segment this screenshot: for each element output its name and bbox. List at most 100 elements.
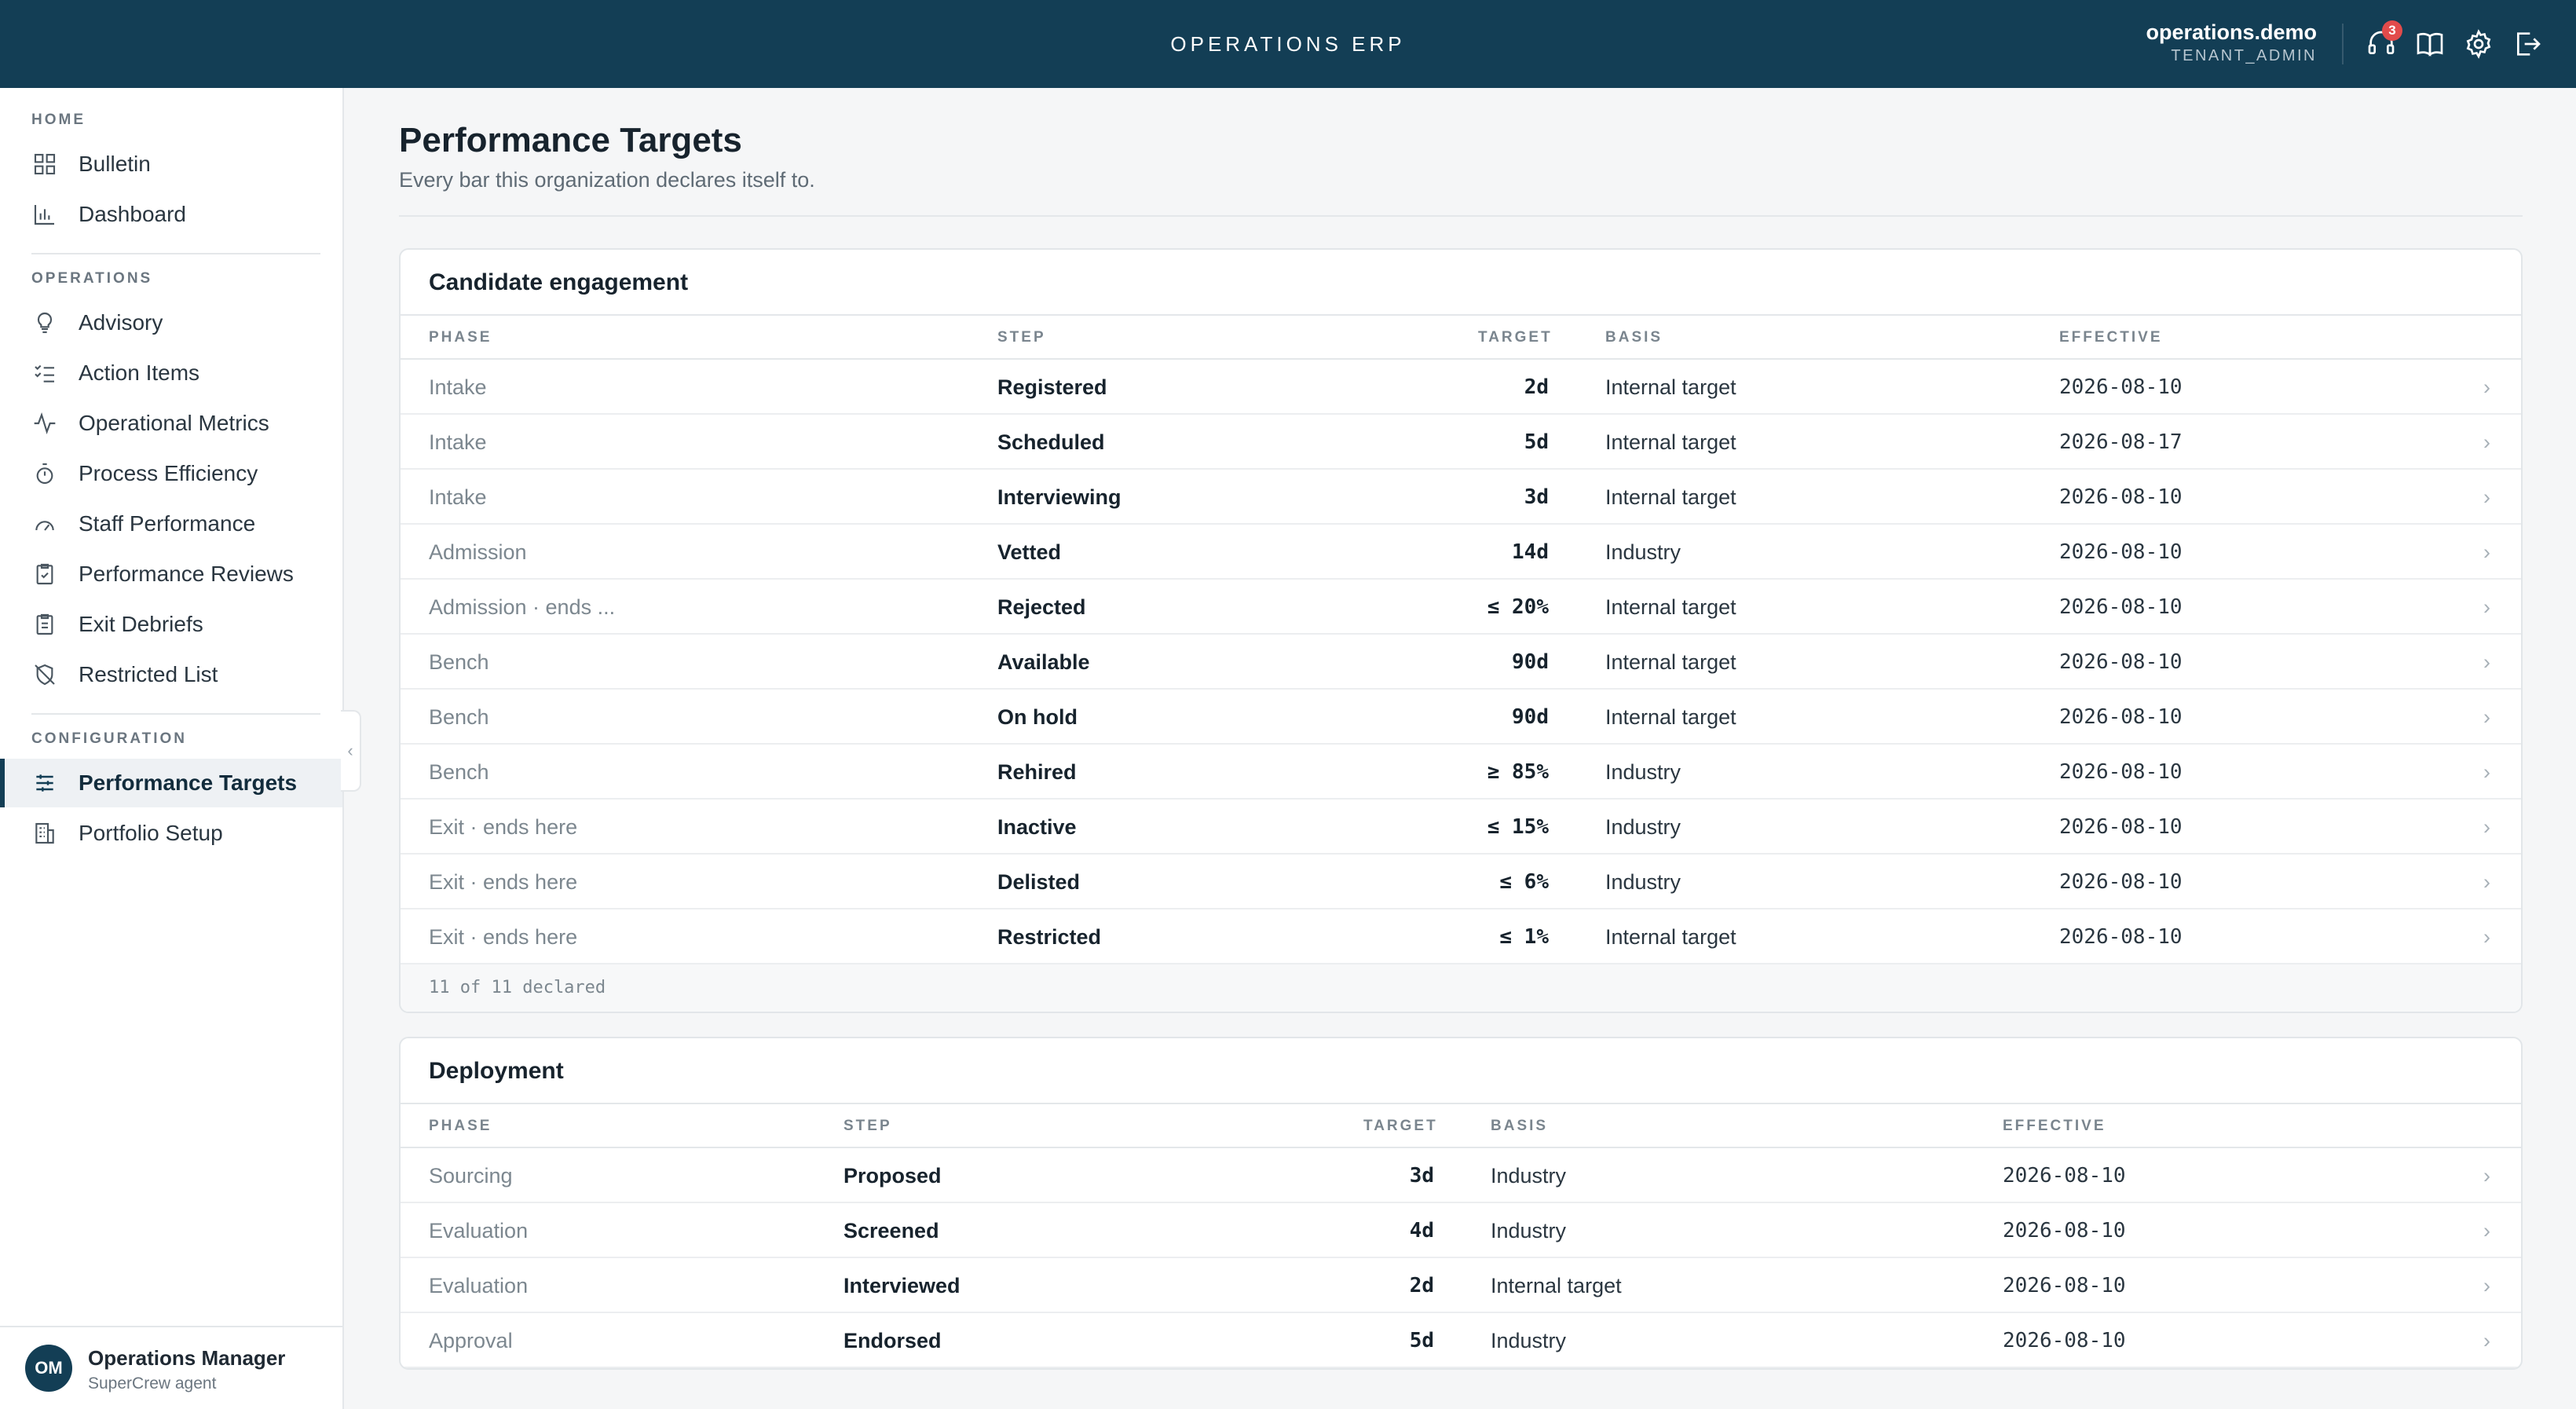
- table-row[interactable]: Approval Endorsed 5d Industry 2026-08-10 ›: [401, 1313, 2521, 1368]
- sliders-icon: [31, 770, 58, 796]
- candidate-engagement-card: Candidate engagement PHASE STEP TARGET B…: [399, 248, 2523, 1013]
- chevron-right-icon: ›: [2483, 430, 2490, 454]
- cell-basis: Internal target: [1605, 595, 1736, 619]
- book-icon[interactable]: [2414, 28, 2446, 60]
- table-row[interactable]: Exit · ends here Inactive ≤ 15% Industry 202…: [401, 800, 2521, 855]
- sidebar-item-portfolio-setup[interactable]: Portfolio Setup: [0, 809, 342, 858]
- table-row[interactable]: Evaluation Screened 4d Industry 2026-08-10 ›: [401, 1203, 2521, 1258]
- col-effective: EFFECTIVE: [2003, 1118, 2106, 1134]
- chevron-right-icon: ›: [2483, 1164, 2490, 1188]
- cell-target: ≤ 6%: [1499, 870, 1549, 894]
- building-icon: [31, 820, 58, 847]
- cell-effective: 2026-08-10: [2059, 485, 2183, 509]
- cell-step: Delisted: [997, 870, 1081, 894]
- sidebar-item-label: Exit Debriefs: [79, 612, 203, 636]
- table-row[interactable]: Bench Rehired ≥ 85% Industry 2026-08-10 ›: [401, 745, 2521, 800]
- cell-phase: Bench: [429, 705, 489, 729]
- top-bar: OPERATIONS ERP operations.demo TENANT_AD…: [0, 0, 2576, 88]
- user-menu[interactable]: operations.demo TENANT_ADMIN: [2146, 19, 2317, 66]
- table-header: PHASE STEP TARGET BASIS EFFECTIVE: [401, 1104, 2521, 1148]
- account-subtitle: SuperCrew agent: [88, 1374, 217, 1393]
- cell-phase: Exit · ends here: [429, 870, 578, 894]
- sidebar-item-restricted-list[interactable]: Restricted List: [0, 650, 342, 699]
- cell-target: 14d: [1512, 540, 1549, 564]
- cell-effective: 2026-08-10: [2059, 540, 2183, 564]
- cell-basis: Industry: [1491, 1329, 1567, 1352]
- cell-basis: Internal target: [1605, 650, 1736, 674]
- table-row[interactable]: Intake Scheduled 5d Internal target 2026-08-…: [401, 415, 2521, 470]
- section-home: HOME: [31, 112, 86, 128]
- chevron-right-icon: ›: [2483, 1274, 2490, 1297]
- sidebar-item-label: Performance Reviews: [79, 562, 294, 586]
- notification-badge: 3: [2382, 20, 2402, 41]
- chevron-right-icon: ›: [2483, 1219, 2490, 1242]
- stopwatch-icon: [31, 460, 58, 487]
- col-target: TARGET: [1478, 329, 1553, 346]
- sidebar-item-performance-targets[interactable]: Performance Targets: [0, 759, 342, 807]
- user-name: operations.demo: [2146, 20, 2317, 44]
- cell-basis: Industry: [1605, 815, 1681, 839]
- cell-target: ≤ 20%: [1487, 595, 1549, 619]
- candidate-table-body: Intake Registered 2d Internal target 2026-08…: [401, 360, 2521, 964]
- cell-phase: Bench: [429, 650, 489, 674]
- sidebar-item-dashboard[interactable]: Dashboard: [0, 190, 342, 239]
- table-row[interactable]: Exit · ends here Restricted ≤ 1% Internal t…: [401, 909, 2521, 964]
- chevron-right-icon: ›: [2483, 650, 2490, 674]
- pulse-icon: [31, 410, 58, 437]
- chevron-right-icon: ›: [2483, 485, 2490, 509]
- checklist-icon: [31, 360, 58, 386]
- top-divider: [2342, 24, 2344, 64]
- cell-target: 2d: [1409, 1274, 1434, 1297]
- sidebar-item-label: Dashboard: [79, 202, 186, 226]
- cell-phase: Intake: [429, 375, 487, 399]
- cell-effective: 2026-08-10: [2059, 375, 2183, 399]
- cell-phase: Exit · ends here: [429, 925, 578, 949]
- cell-basis: Industry: [1491, 1164, 1567, 1188]
- sidebar-item-label: Action Items: [79, 360, 200, 385]
- table-row[interactable]: Intake Interviewing 3d Internal target 2026-…: [401, 470, 2521, 525]
- sidebar-item-label: Restricted List: [79, 662, 218, 686]
- cell-effective: 2026-08-10: [2003, 1219, 2126, 1242]
- cell-phase: Evaluation: [429, 1274, 529, 1297]
- sidebar-footer[interactable]: OM Operations Manager SuperCrew agent: [0, 1326, 342, 1409]
- sidebar-divider: [31, 253, 320, 254]
- sidebar-item-performance-reviews[interactable]: Performance Reviews: [0, 550, 342, 598]
- gear-icon[interactable]: [2463, 28, 2494, 60]
- chevron-right-icon: ›: [2483, 815, 2490, 839]
- cell-basis: Internal target: [1605, 705, 1736, 729]
- table-row[interactable]: Admission Vetted 14d Industry 2026-08-10 ›: [401, 525, 2521, 580]
- sidebar-item-bulletin[interactable]: Bulletin: [0, 140, 342, 188]
- collapse-sidebar-button[interactable]: ‹: [341, 710, 361, 792]
- cell-effective: 2026-08-10: [2059, 925, 2183, 949]
- table-row[interactable]: Exit · ends here Delisted ≤ 6% Industry 2026…: [401, 855, 2521, 909]
- sidebar-item-exit-debriefs[interactable]: Exit Debriefs: [0, 600, 342, 649]
- sidebar-item-advisory[interactable]: Advisory: [0, 298, 342, 347]
- cell-target: 90d: [1512, 650, 1549, 674]
- sidebar-item-staff-performance[interactable]: Staff Performance: [0, 500, 342, 548]
- table-row[interactable]: Sourcing Proposed 3d Industry 2026-08-10 ›: [401, 1148, 2521, 1203]
- table-row[interactable]: Evaluation Interviewed 2d Internal target 20…: [401, 1258, 2521, 1313]
- deployment-card: Deployment PHASE STEP TARGET BASIS EFFEC…: [399, 1037, 2523, 1370]
- sidebar-item-label: Bulletin: [79, 152, 151, 176]
- sidebar-item-action-items[interactable]: Action Items: [0, 349, 342, 397]
- cell-effective: 2026-08-10: [2059, 595, 2183, 619]
- logout-icon[interactable]: [2512, 28, 2543, 60]
- sidebar-item-operational-metrics[interactable]: Operational Metrics: [0, 399, 342, 448]
- sidebar-item-process-efficiency[interactable]: Process Efficiency: [0, 449, 342, 498]
- cell-step: On hold: [997, 705, 1078, 729]
- col-effective: EFFECTIVE: [2059, 329, 2163, 346]
- table-row[interactable]: Bench Available 90d Internal target 2026-08-…: [401, 635, 2521, 690]
- table-row[interactable]: Bench On hold 90d Internal target 2026-08-10…: [401, 690, 2521, 745]
- table-row[interactable]: Intake Registered 2d Internal target 2026-08…: [401, 360, 2521, 415]
- cell-target: ≤ 15%: [1487, 815, 1549, 839]
- cell-phase: Bench: [429, 760, 489, 784]
- card-title: Candidate engagement: [401, 250, 2521, 316]
- cell-effective: 2026-08-10: [2003, 1164, 2126, 1188]
- chevron-right-icon: ›: [2483, 870, 2490, 894]
- table-row[interactable]: Admission · ends ... Rejected ≤ 20% Interna…: [401, 580, 2521, 635]
- page-subtitle: Every bar this organization declares its…: [399, 168, 815, 192]
- col-step: STEP: [843, 1118, 892, 1134]
- sidebar-divider: [31, 713, 320, 715]
- cell-basis: Internal target: [1491, 1274, 1622, 1297]
- col-phase: PHASE: [429, 1118, 492, 1134]
